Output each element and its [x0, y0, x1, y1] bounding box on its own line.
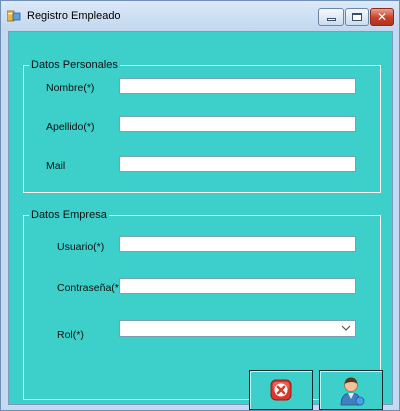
user-icon [340, 377, 365, 406]
minimize-icon [326, 18, 336, 21]
close-button[interactable]: ✕ [370, 8, 394, 26]
datos-empresa-legend: Datos Empresa [29, 209, 109, 222]
minimize-button[interactable] [318, 8, 344, 26]
window-title: Registro Empleado [27, 10, 121, 22]
close-icon: ✕ [376, 10, 388, 24]
datos-personales-group: Datos Personales Nombre(*) Apellido(*) M… [23, 59, 381, 193]
save-user-button[interactable] [319, 370, 383, 410]
datos-personales-legend: Datos Personales [29, 59, 120, 72]
maximize-button[interactable] [345, 8, 369, 26]
apellido-label: Apellido(*) [46, 121, 95, 133]
title-bar[interactable]: Registro Empleado ✕ [1, 1, 399, 31]
registro-empleado-window: Registro Empleado ✕ Datos Personales Nom… [0, 0, 400, 411]
maximize-icon [352, 13, 362, 21]
mail-label: Mail [46, 160, 66, 172]
app-icon [7, 10, 21, 22]
rol-label: Rol(*) [57, 329, 84, 341]
contrasena-input[interactable] [119, 278, 356, 294]
mail-input[interactable] [119, 156, 356, 172]
apellido-input[interactable] [119, 116, 356, 132]
usuario-input[interactable] [119, 236, 356, 252]
nombre-input[interactable] [119, 78, 356, 94]
chevron-down-icon[interactable] [341, 323, 351, 333]
rol-select[interactable] [119, 320, 356, 337]
nombre-label: Nombre(*) [46, 82, 95, 94]
cancel-button[interactable] [249, 370, 313, 410]
form-client-area: Datos Personales Nombre(*) Apellido(*) M… [8, 31, 393, 410]
usuario-label: Usuario(*) [57, 241, 105, 253]
red-x-icon [270, 379, 292, 401]
contrasena-label: Contraseña(*) [57, 282, 123, 294]
